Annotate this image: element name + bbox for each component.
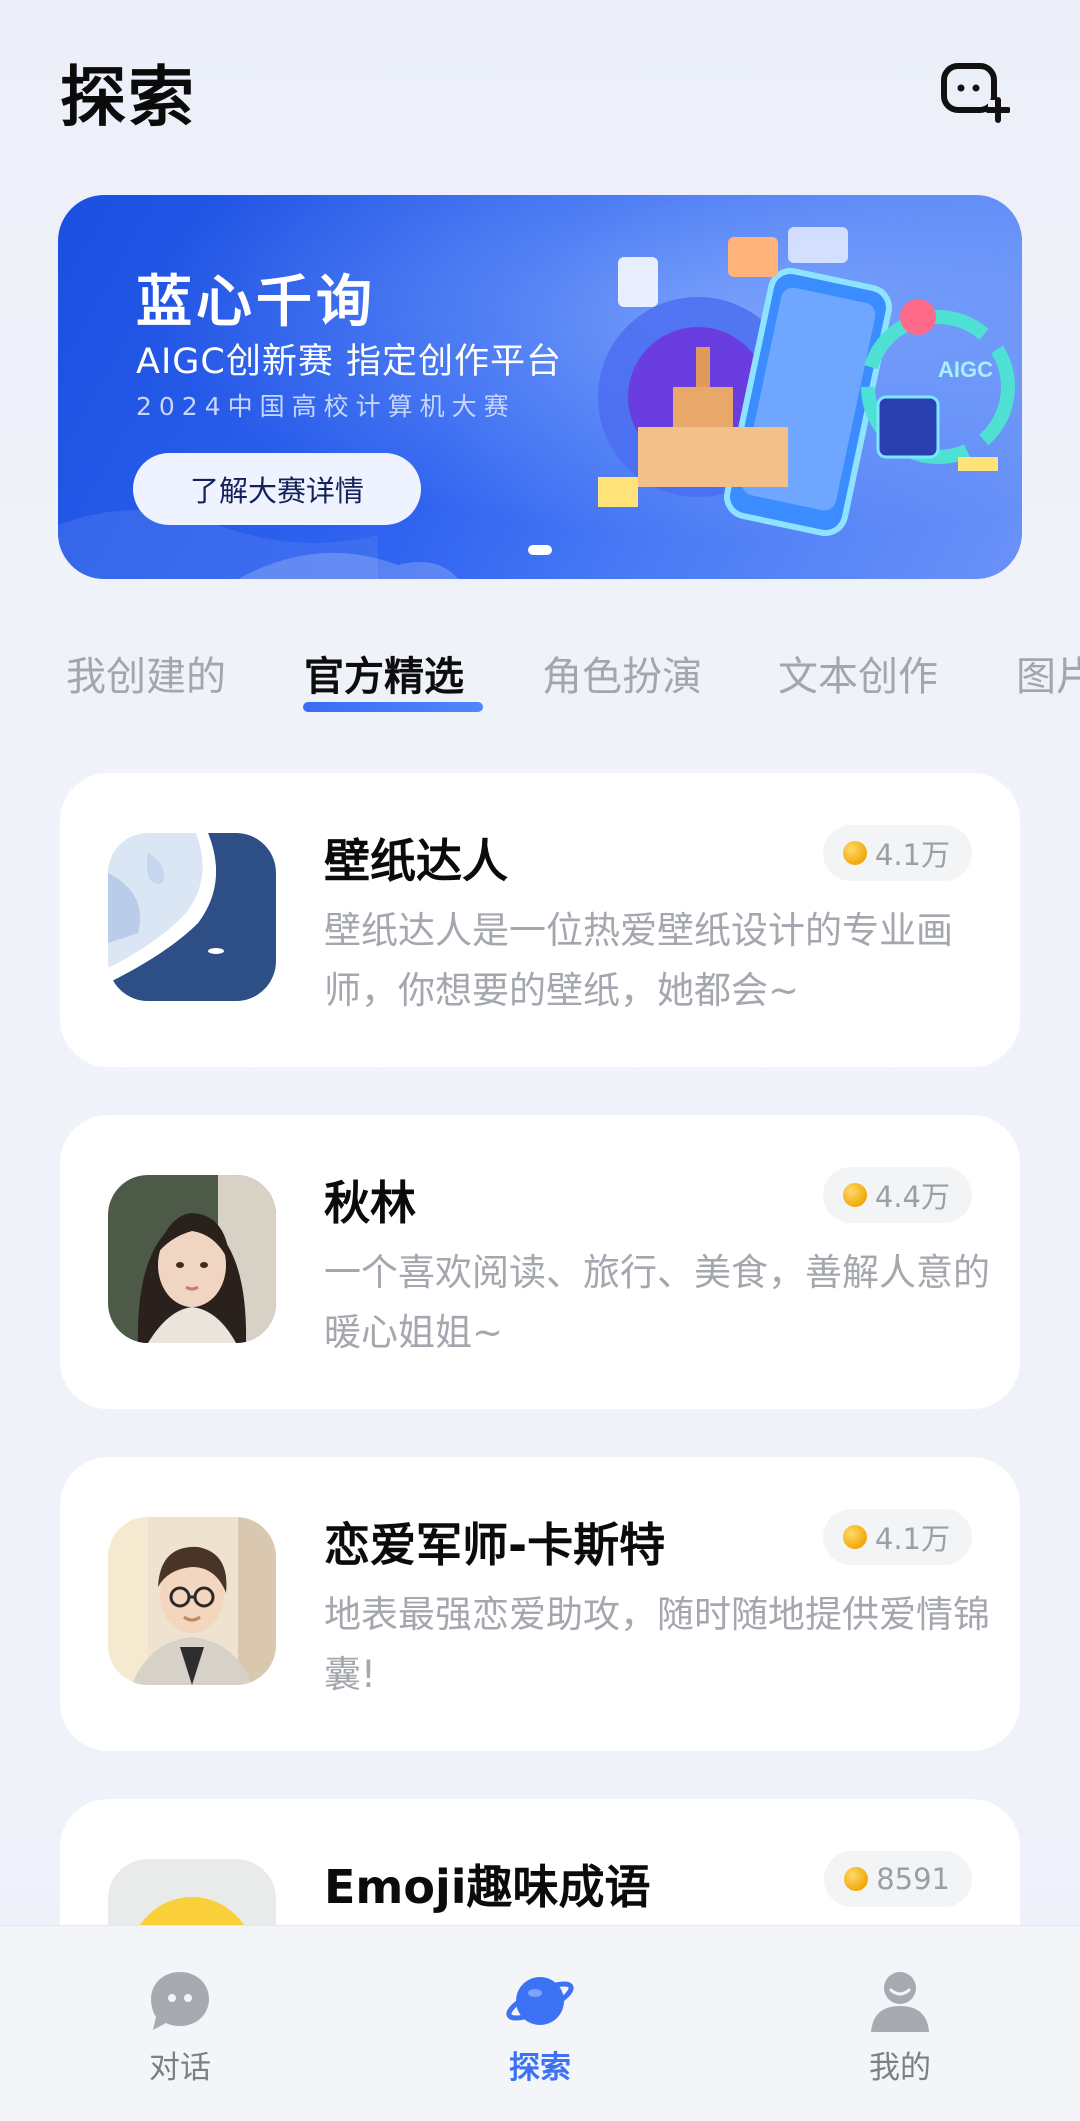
list-item[interactable]: 恋爱军师-卡斯特 4.1万 地表最强恋爱助攻，随时随地提供爱情锦囊! [60,1457,1020,1751]
header: 探索 [0,0,1080,180]
nav-chat[interactable]: 对话 [100,1968,260,2108]
coin-icon [842,1525,867,1549]
tab-role-play[interactable]: 角色扮演 [542,644,702,702]
category-tabs: 我创建的 官方精选 角色扮演 文本创作 图片 [0,640,1080,730]
man-avatar [108,1517,276,1685]
card-description: 壁纸达人是一位热爱壁纸设计的专业画师，你想要的壁纸，她都会~ [324,909,953,1012]
woman-avatar [108,1175,276,1343]
nav-explore[interactable]: 探索 [460,1968,620,2108]
usage-count: 4.1万 [874,838,950,872]
usage-count: 8591 [876,1862,950,1896]
banner-details-button[interactable]: 了解大赛详情 [133,453,421,525]
chat-bubble-icon [151,1972,209,2030]
coin-icon [842,1183,867,1207]
usage-count: 4.1万 [874,1522,950,1556]
usage-count-badge: 8591 [824,1851,972,1907]
user-icon [871,1972,929,2032]
bottom-nav: 对话 探索 我的 [0,1925,1080,2121]
nav-label: 对话 [149,2050,211,2086]
card-title: 秋林 [324,1176,416,1230]
promo-banner[interactable]: 蓝心千询 AIGC创新赛 指定创作平台 2024中国高校计算机大赛 了解大赛详情… [58,195,1022,579]
card-title: Emoji趣味成语 [324,1860,651,1914]
usage-count-badge: 4.1万 [822,1509,972,1565]
phone-illustration-icon: AIGC [598,227,1015,537]
nav-label: 探索 [509,2050,571,2086]
svg-text:AIGC: AIGC [938,357,993,382]
tab-image[interactable]: 图片 [1016,644,1080,702]
nav-label: 我的 [869,2050,931,2086]
active-tab-indicator [303,702,483,712]
card-title: 恋爱军师-卡斯特 [324,1518,666,1572]
page-title: 探索 [60,59,196,136]
planet-icon [506,1977,574,2025]
usage-count: 4.4万 [874,1180,950,1214]
tab-my-created[interactable]: 我创建的 [66,644,226,702]
usage-count-badge: 4.1万 [822,825,972,881]
tab-official-picks[interactable]: 官方精选 [304,644,464,702]
usage-count-badge: 4.4万 [822,1167,972,1223]
list-item[interactable]: 壁纸达人 4.1万 壁纸达人是一位热爱壁纸设计的专业画师，你想要的壁纸，她都会~ [60,773,1020,1067]
banner-pagination-dot [528,545,552,555]
card-description: 一个喜欢阅读、旅行、美食，善解人意的暖心姐姐~ [324,1251,990,1354]
banner-subtitle: AIGC创新赛 指定创作平台 [136,342,562,382]
wallpaper-avatar [108,833,276,1001]
coin-icon [844,1867,869,1891]
new-chat-button[interactable] [934,52,1014,132]
nav-profile[interactable]: 我的 [820,1968,980,2108]
banner-title: 蓝心千询 [136,270,376,335]
new-chat-plus-icon [941,63,1010,123]
card-title: 壁纸达人 [324,834,508,888]
list-item[interactable]: 秋林 4.4万 一个喜欢阅读、旅行、美食，善解人意的暖心姐姐~ [60,1115,1020,1409]
tab-text-creation[interactable]: 文本创作 [778,644,938,702]
coin-icon [842,841,867,865]
banner-subtitle-secondary: 2024中国高校计算机大赛 [136,392,516,421]
card-description: 地表最强恋爱助攻，随时随地提供爱情锦囊! [324,1593,990,1696]
